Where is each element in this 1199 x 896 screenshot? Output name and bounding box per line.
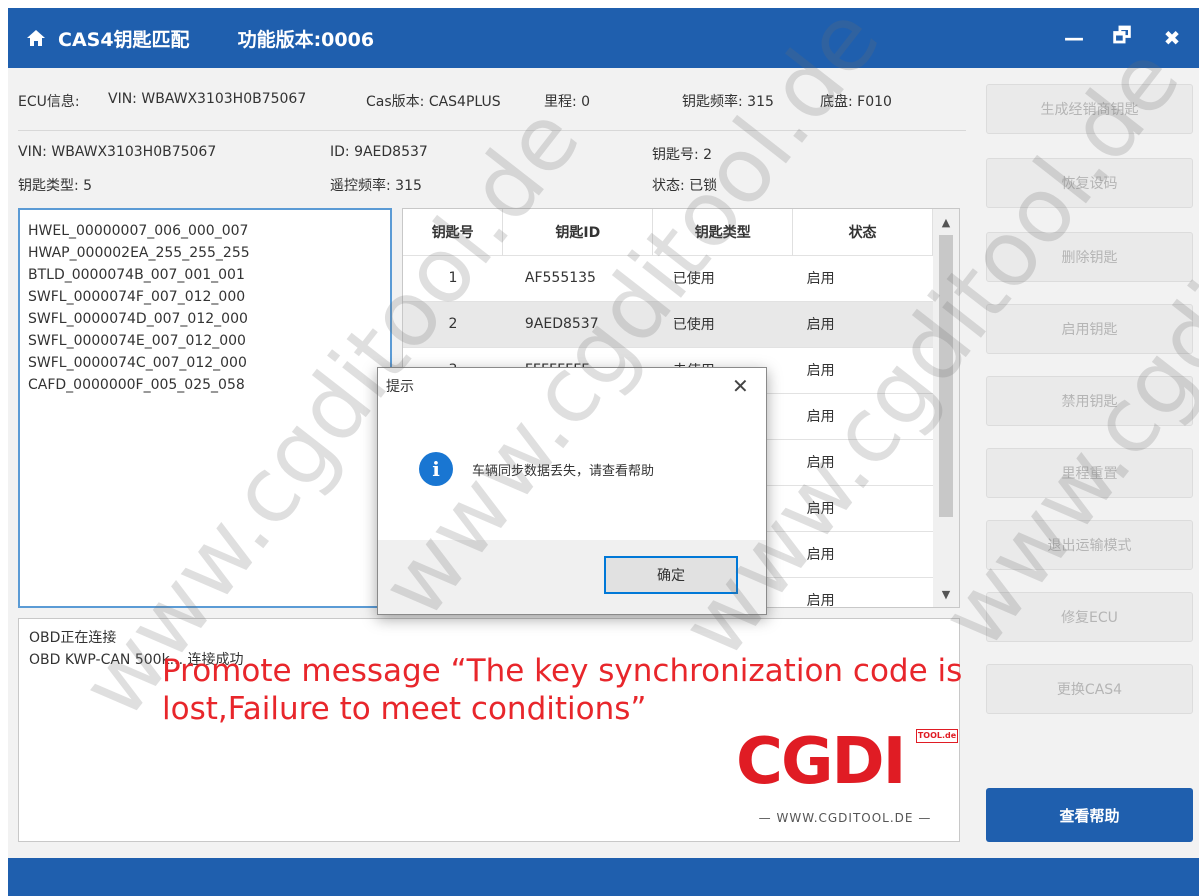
cell-key-type: 已使用 [652, 300, 793, 347]
scroll-down-icon[interactable]: ▼ [933, 585, 959, 605]
generate-dealer-key-button[interactable]: 生成经销商钥匙 [986, 84, 1193, 134]
disable-key-button[interactable]: 禁用钥匙 [986, 376, 1193, 426]
title-bar: CAS4钥匙匹配 功能版本:0006 — 🗗 ✖ [8, 8, 1199, 68]
chassis: 底盘: F010 [820, 94, 892, 110]
table-row[interactable]: 2 9AED8537 已使用 启用 [403, 300, 933, 347]
scroll-up-icon[interactable]: ▲ [933, 213, 959, 233]
logo-brand: CGDI [736, 725, 906, 799]
minimize-button[interactable]: — [1058, 22, 1090, 54]
column-header[interactable]: 钥匙类型 [652, 209, 794, 255]
list-item[interactable]: BTLD_0000074B_007_001_001 [28, 264, 382, 286]
key-number: 钥匙号: 2 [652, 147, 713, 163]
prompt-dialog: 提示 ✕ i 车辆同步数据丢失，请查看帮助 确定 [377, 367, 767, 615]
key-frequency: 钥匙频率: 315 [682, 94, 774, 110]
ecu-vin: VIN: WBAWX3103H0B75067 [108, 91, 307, 107]
restore-button[interactable]: 🗗 [1106, 22, 1138, 54]
list-item[interactable]: HWAP_000002EA_255_255_255 [28, 242, 382, 264]
column-header[interactable]: 状态 [792, 209, 933, 255]
cgdi-logo: CGDI TOOL.de — WWW.CGDITOOL.DE — [720, 725, 970, 831]
ok-button[interactable]: 确定 [604, 556, 738, 594]
key-type: 钥匙类型: 5 [18, 178, 93, 194]
log-line: OBD正在连接 [29, 630, 117, 646]
cell-key-no: 1 [403, 254, 503, 301]
mileage-reset-button[interactable]: 里程重置 [986, 448, 1193, 498]
footer-bar [8, 858, 1199, 896]
table-row[interactable]: 1 AF555135 已使用 启用 [403, 254, 933, 301]
enable-key-button[interactable]: 启用钥匙 [986, 304, 1193, 354]
dialog-message: 车辆同步数据丢失，请查看帮助 [472, 464, 655, 479]
scroll-thumb[interactable] [939, 235, 953, 517]
list-item[interactable]: SWFL_0000074F_007_012_000 [28, 286, 382, 308]
cell-status: 启用 [792, 254, 933, 301]
view-help-button[interactable]: 查看帮助 [986, 788, 1193, 842]
dialog-footer: 确定 [378, 540, 766, 614]
list-item[interactable]: SWFL_0000074D_007_012_000 [28, 308, 382, 330]
logo-badge: TOOL.de [916, 729, 958, 743]
delete-key-button[interactable]: 删除钥匙 [986, 232, 1193, 282]
key-vin: VIN: WBAWX3103H0B75067 [18, 144, 217, 160]
cell-key-no: 2 [403, 300, 503, 347]
cas-version: Cas版本: CAS4PLUS [366, 94, 501, 110]
mileage: 里程: 0 [544, 94, 591, 110]
cell-key-type: 已使用 [652, 254, 793, 301]
home-icon[interactable] [26, 28, 46, 48]
key-status: 状态: 已锁 [652, 178, 718, 194]
list-item[interactable]: CAFD_0000000F_005_025_058 [28, 374, 382, 396]
list-item[interactable]: SWFL_0000074E_007_012_000 [28, 330, 382, 352]
cell-status: 启用 [792, 484, 933, 531]
repair-ecu-button[interactable]: 修复ECU [986, 592, 1193, 642]
list-item[interactable]: HWEL_00000007_006_000_007 [28, 220, 382, 242]
cell-status: 启用 [792, 346, 933, 393]
version-label: 功能版本:0006 [237, 28, 375, 51]
cell-key-id: AF555135 [502, 254, 653, 301]
module-list[interactable]: HWEL_00000007_006_000_007 HWAP_000002EA_… [18, 208, 392, 608]
column-header[interactable]: 钥匙号 [403, 209, 504, 255]
remote-frequency: 遥控频率: 315 [330, 178, 422, 194]
restore-coding-button[interactable]: 恢复设码 [986, 158, 1193, 208]
divider [18, 130, 966, 131]
app-window: CAS4钥匙匹配 功能版本:0006 — 🗗 ✖ ECU信息: VIN: WBA… [0, 0, 1199, 896]
cell-status: 启用 [792, 438, 933, 485]
dialog-title: 提示 [386, 379, 414, 395]
cell-status: 启用 [792, 392, 933, 439]
cell-status: 启用 [792, 530, 933, 577]
key-id: ID: 9AED8537 [330, 144, 428, 160]
table-scrollbar[interactable]: ▲ ▼ [933, 209, 959, 607]
close-button[interactable]: ✖ [1156, 22, 1188, 54]
table-header-row: 钥匙号 钥匙ID 钥匙类型 状态 [403, 209, 933, 255]
cell-status: 启用 [792, 576, 933, 607]
info-icon: i [419, 452, 453, 486]
app-title: CAS4钥匙匹配 [58, 28, 190, 51]
exit-transport-mode-button[interactable]: 退出运输模式 [986, 520, 1193, 570]
logo-url: — WWW.CGDITOOL.DE — [758, 811, 932, 825]
list-item[interactable]: SWFL_0000074C_007_012_000 [28, 352, 382, 374]
column-header[interactable]: 钥匙ID [502, 209, 654, 255]
cell-status: 启用 [792, 300, 933, 347]
caption-overlay: Promote message “The key synchronization… [162, 653, 963, 727]
dialog-close-button[interactable]: ✕ [732, 374, 749, 398]
ecu-info-label: ECU信息: [18, 94, 80, 110]
cell-key-id: 9AED8537 [502, 300, 653, 347]
